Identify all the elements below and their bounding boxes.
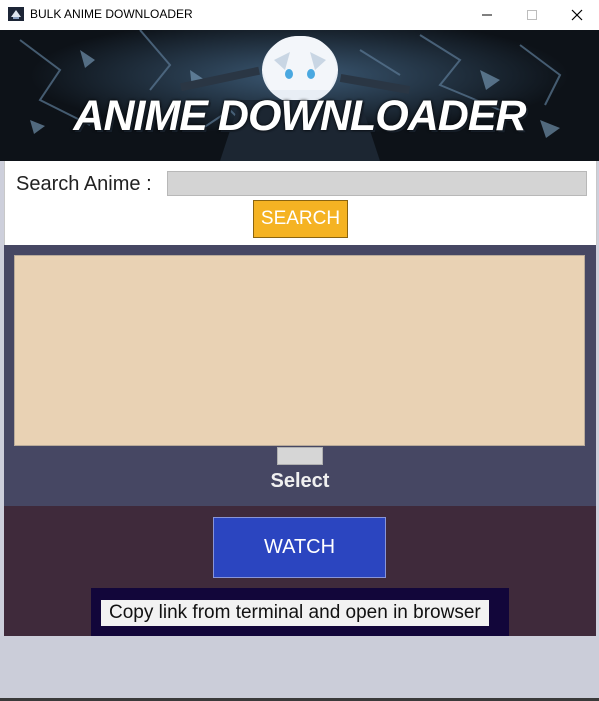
title-bar: BULK ANIME DOWNLOADER <box>0 0 599 30</box>
watch-button[interactable]: WATCH <box>213 517 386 578</box>
close-button[interactable] <box>554 0 599 30</box>
watch-section: WATCH Copy link from terminal and open i… <box>4 506 596 636</box>
search-label: Search Anime : <box>16 173 152 195</box>
app-icon <box>8 7 24 21</box>
minimize-icon <box>482 14 492 16</box>
search-panel: Search Anime : SEARCH <box>4 161 597 245</box>
search-input[interactable] <box>167 171 587 196</box>
app-window: BULK ANIME DOWNLOADER ANIME DOWNLOADER S… <box>0 0 599 701</box>
window-footer <box>0 636 599 698</box>
results-section: Select <box>4 245 596 506</box>
results-list[interactable] <box>14 255 585 446</box>
select-toggle[interactable] <box>277 447 323 465</box>
close-icon <box>571 9 583 21</box>
hint-box: Copy link from terminal and open in brow… <box>91 588 509 636</box>
window-title: BULK ANIME DOWNLOADER <box>30 7 193 21</box>
banner-title: ANIME DOWNLOADER <box>73 92 526 140</box>
hint-text: Copy link from terminal and open in brow… <box>101 600 489 626</box>
minimize-button[interactable] <box>464 0 510 30</box>
search-button[interactable]: SEARCH <box>253 200 348 238</box>
select-label: Select <box>270 470 330 492</box>
banner-image: ANIME DOWNLOADER <box>0 30 599 161</box>
maximize-icon <box>527 10 537 20</box>
maximize-button[interactable] <box>509 0 555 30</box>
